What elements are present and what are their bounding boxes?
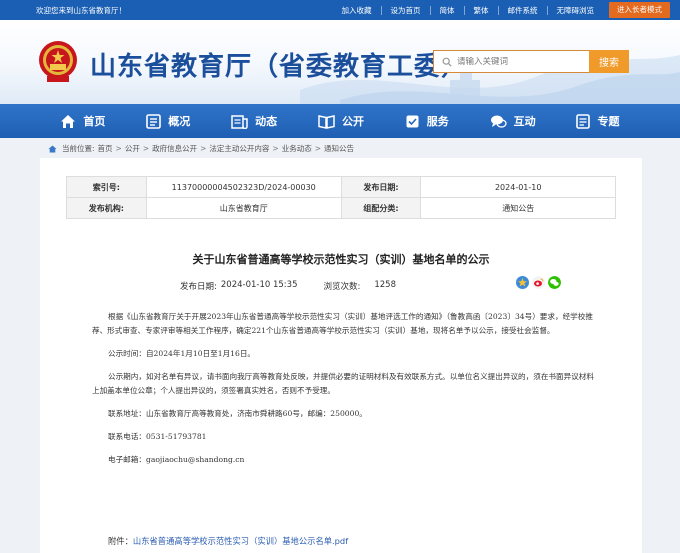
top-bar: 欢迎您来到山东省教育厅！ 加入收藏 设为首页 简体 繁体 邮件系统 无障碍浏览 … [0, 0, 680, 20]
search-button[interactable]: 搜索 [589, 50, 629, 73]
accessibility-link[interactable]: 无障碍浏览 [546, 5, 604, 15]
breadcrumb-business[interactable]: 业务动态 [282, 143, 312, 154]
pub-date-value: 2024-01-10 15:35 [220, 280, 298, 290]
nav-item-open[interactable]: 公开 [318, 113, 364, 129]
nav-label: 服务 [426, 115, 449, 128]
overview-icon [146, 113, 162, 129]
set-homepage-link[interactable]: 设为首页 [380, 5, 430, 15]
wechat-share-icon[interactable] [548, 276, 561, 289]
attachment: 附件：山东省普通高等学校示范性实习（实训）基地公示名单.pdf [108, 535, 348, 547]
breadcrumb-notice[interactable]: 通知公告 [324, 143, 354, 154]
nav-item-service[interactable]: 服务 [405, 113, 449, 129]
main-nav: 首页 概况 动态 公开 服务 互动 专题 [0, 104, 680, 138]
date-value: 2024-01-10 [420, 176, 616, 198]
views-count: 1258 [374, 280, 396, 290]
mail-system-link[interactable]: 邮件系统 [497, 5, 547, 15]
nav-label: 概况 [168, 115, 191, 128]
search-bar: 搜索 [433, 50, 629, 73]
index-value: 11370000004502323D/2024-00030 [145, 176, 342, 198]
paragraph: 公示期内，如对名单有异议，请书面向我厅高等教育处反映，并提供必要的证明材料及有效… [92, 372, 594, 395]
service-icon [406, 115, 419, 127]
traditional-chinese-link[interactable]: 繁体 [463, 5, 498, 15]
table-row: 索引号: 11370000004502323D/2024-00030 发布日期:… [66, 176, 616, 198]
national-emblem-icon [39, 41, 77, 82]
article-body: 根据《山东省教育厅关于开展2023年山东省普通高等学校示范性实习（实训）基地评选… [92, 310, 600, 476]
site-title: 山东省教育厅（省委教育工委） [90, 52, 469, 82]
nav-label: 动态 [255, 115, 278, 128]
nav-item-home[interactable]: 首页 [60, 113, 105, 129]
publish-info: 发布日期: 2024-01-10 15:35 浏览次数: 1258 [180, 280, 400, 292]
pub-date-label: 发布日期: [180, 282, 217, 292]
category-label: 组配分类: [340, 197, 422, 219]
breadcrumb-home[interactable]: 首页 [98, 143, 113, 154]
paragraph: 公示时间：自2024年1月10日至1月16日。 [108, 349, 256, 358]
nav-label: 互动 [513, 115, 536, 128]
category-value: 通知公告 [420, 197, 616, 219]
breadcrumb-separator: > [314, 144, 322, 153]
nav-item-overview[interactable]: 概况 [146, 113, 190, 129]
welcome-text: 欢迎您来到山东省教育厅！ [36, 6, 126, 15]
add-favorite-link[interactable]: 加入收藏 [333, 6, 381, 15]
attachment-label: 附件： [108, 536, 133, 546]
location-icon [48, 145, 57, 152]
top-links: 加入收藏 设为首页 简体 繁体 邮件系统 无障碍浏览 进入长者模式 [333, 0, 670, 20]
breadcrumb-separator: > [142, 144, 150, 153]
paragraph: 联系电话：0531-51793781 [108, 432, 207, 441]
nav-label: 专题 [597, 115, 620, 128]
share-buttons [516, 276, 561, 289]
breadcrumb-prefix: 当前位置: [62, 144, 95, 153]
views-label: 浏览次数: [323, 282, 361, 292]
home-icon [61, 114, 76, 128]
table-row: 发布机构: 山东省教育厅 组配分类: 通知公告 [66, 197, 616, 219]
breadcrumb-separator: > [272, 144, 279, 153]
nav-label: 公开 [341, 115, 364, 128]
qzone-share-icon[interactable] [516, 276, 529, 289]
nav-item-interact[interactable]: 互动 [490, 113, 536, 129]
index-label: 索引号: [66, 176, 147, 198]
news-icon [231, 114, 248, 129]
breadcrumb-open[interactable]: 公开 [125, 143, 140, 154]
article-card: 索引号: 11370000004502323D/2024-00030 发布日期:… [40, 158, 642, 553]
date-label: 发布日期: [340, 176, 422, 198]
search-input[interactable] [457, 56, 587, 67]
topic-icon [576, 113, 591, 129]
breadcrumb-statutory[interactable]: 法定主动公开内容 [209, 143, 269, 154]
nav-label: 首页 [83, 115, 106, 128]
meta-table: 索引号: 11370000004502323D/2024-00030 发布日期:… [66, 176, 616, 219]
breadcrumb: 当前位置: 首页 > 公开 > 政府信息公开 > 法定主动公开内容 > 业务动态… [48, 143, 354, 154]
breadcrumb-separator: > [115, 144, 122, 153]
search-icon [442, 57, 452, 67]
simplified-chinese-link[interactable]: 简体 [429, 5, 464, 15]
paragraph: 联系地址：山东省教育厅高等教育处，济南市舜耕路60号，邮编：250000。 [108, 409, 367, 418]
site-header: 山东省教育厅（省委教育工委） 搜索 [0, 20, 680, 104]
paragraph: 根据《山东省教育厅关于开展2023年山东省普通高等学校示范性实习（实训）基地评选… [92, 312, 593, 335]
attachment-link[interactable]: 山东省普通高等学校示范性实习（实训）基地公示名单.pdf [133, 536, 348, 546]
paragraph: 电子邮箱：gaojiaochu@shandong.cn [108, 455, 245, 464]
search-box[interactable] [433, 50, 589, 73]
article-title: 关于山东省普通高等学校示范性实习（实训）基地名单的公示 [192, 253, 490, 266]
breadcrumb-separator: > [200, 144, 207, 153]
org-value: 山东省教育厅 [145, 197, 342, 219]
nav-item-topic[interactable]: 专题 [576, 113, 619, 129]
nav-item-news[interactable]: 动态 [231, 113, 277, 129]
breadcrumb-gov-info[interactable]: 政府信息公开 [152, 143, 197, 154]
org-label: 发布机构: [66, 197, 147, 219]
weibo-share-icon[interactable] [532, 276, 545, 289]
open-book-icon [318, 114, 335, 129]
elder-mode-button[interactable]: 进入长者模式 [609, 2, 670, 18]
chat-icon [490, 115, 507, 128]
